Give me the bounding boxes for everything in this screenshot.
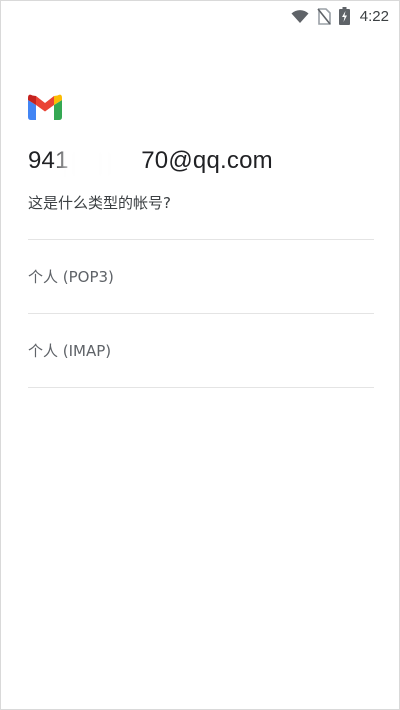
option-imap[interactable]: 个人 (IMAP): [28, 314, 374, 388]
status-bar: 4:22: [1, 1, 399, 31]
option-pop3[interactable]: 个人 (POP3): [28, 240, 374, 314]
screen: 4:22 941 70@qq.com 这是什么类型的帐号? 个人 (POP3) …: [0, 0, 400, 710]
email-redaction: [56, 151, 118, 177]
no-sim-icon: [317, 7, 331, 25]
gmail-logo: [28, 94, 62, 120]
account-type-question: 这是什么类型的帐号?: [28, 194, 171, 212]
status-time: 4:22: [359, 7, 389, 25]
account-type-list: 个人 (POP3) 个人 (IMAP): [28, 239, 374, 388]
wifi-icon: [291, 9, 309, 24]
option-label: 个人 (POP3): [28, 268, 114, 286]
battery-charging-icon: [338, 7, 350, 25]
option-label: 个人 (IMAP): [28, 342, 112, 360]
